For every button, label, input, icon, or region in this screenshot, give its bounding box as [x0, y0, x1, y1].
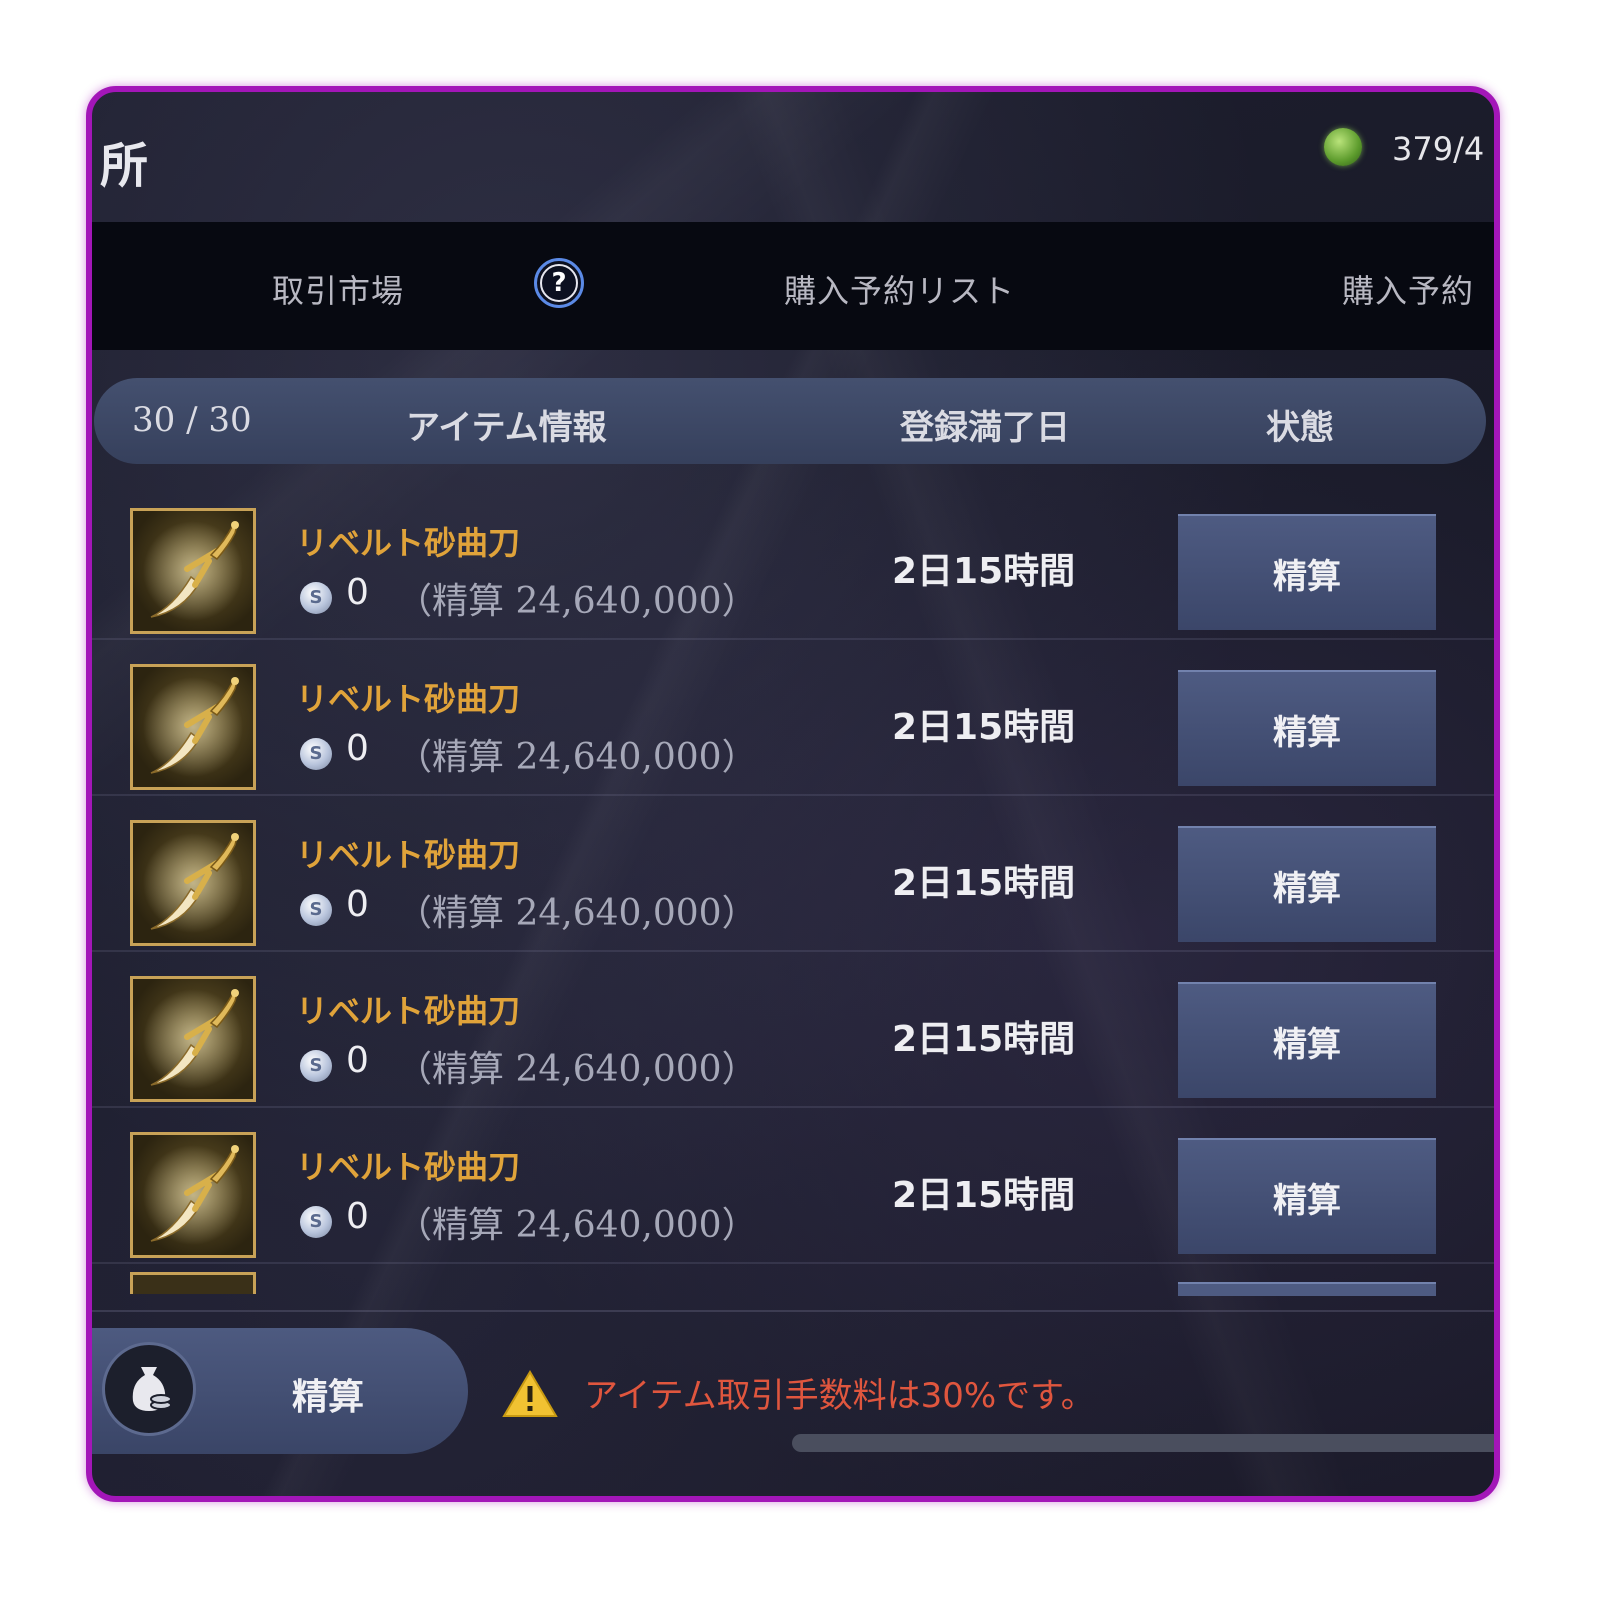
expiry-time: 2日15時間: [892, 1019, 1076, 1060]
settle-amount: （精算 24,640,000）: [396, 1049, 758, 1090]
list-divider: [92, 1310, 1494, 1312]
expiry-time: 2日15時間: [892, 1175, 1076, 1216]
help-icon[interactable]: ?: [534, 258, 584, 308]
item-name: リベルト砂曲刀: [296, 1148, 521, 1186]
question-mark-icon: ?: [540, 264, 578, 302]
table-row: リベルト砂曲刀 S 0 （精算 24,640,000） 2日15時間 精算: [92, 484, 1494, 640]
column-item-info: アイテム情報: [406, 408, 607, 448]
horizontal-scrollbar[interactable]: [792, 1434, 1494, 1452]
settle-amount: （精算 24,640,000）: [396, 1205, 758, 1246]
item-price: 0: [346, 572, 369, 613]
silver-coin-icon: S: [300, 1206, 332, 1238]
table-row: リベルト砂曲刀 S 0 （精算 24,640,000） 2日15時間 精算: [92, 952, 1494, 1108]
item-price: 0: [346, 884, 369, 925]
tab-reservation-list[interactable]: 購入予約リスト: [784, 266, 1015, 312]
slot-count: 30 / 30: [132, 400, 252, 440]
scimitar-icon[interactable]: [130, 820, 256, 946]
settle-button[interactable]: 精算: [1178, 982, 1436, 1098]
item-price: 0: [346, 1196, 369, 1237]
silver-coin-icon: S: [300, 894, 332, 926]
silver-coin-icon: S: [300, 1050, 332, 1082]
warning-triangle-icon: [502, 1370, 558, 1422]
page-title: 所: [100, 138, 149, 194]
settle-amount: （精算 24,640,000）: [396, 737, 758, 778]
tab-market[interactable]: 取引市場: [272, 266, 404, 312]
silver-coin-icon: S: [300, 582, 332, 614]
green-gem-icon: [1324, 128, 1362, 166]
scimitar-icon[interactable]: [130, 508, 256, 634]
money-bag-icon: [102, 1342, 196, 1436]
settle-button[interactable]: 精算: [1178, 514, 1436, 630]
table-row: リベルト砂曲刀 S 0 （精算 24,640,000） 2日15時間 精算: [92, 640, 1494, 796]
settle-button[interactable]: 精算: [1178, 826, 1436, 942]
settle-all-button[interactable]: 精算: [92, 1328, 468, 1454]
column-status: 状態: [1266, 408, 1334, 448]
table-row: リベルト砂曲刀 S 0 （精算 24,640,000） 2日15時間 精算: [92, 1108, 1494, 1264]
settle-amount: （精算 24,640,000）: [396, 893, 758, 934]
resource-count: 379/4: [1392, 130, 1485, 168]
item-name: リベルト砂曲刀: [296, 680, 521, 718]
column-expiry: 登録満了日: [900, 408, 1070, 448]
item-name: リベルト砂曲刀: [296, 836, 521, 874]
settle-all-label: 精算: [292, 1377, 365, 1418]
item-name: リベルト砂曲刀: [296, 992, 521, 1030]
table-header: 30 / 30 アイテム情報 登録満了日 状態: [94, 378, 1486, 464]
expiry-time: 2日15時間: [892, 707, 1076, 748]
item-price: 0: [346, 728, 369, 769]
fee-warning-text: アイテム取引手数料は30%です。: [584, 1376, 1095, 1416]
silver-coin-icon: S: [300, 738, 332, 770]
settle-button[interactable]: 精算: [1178, 670, 1436, 786]
settle-amount: （精算 24,640,000）: [396, 581, 758, 622]
expiry-time: 2日15時間: [892, 551, 1076, 592]
item-price: 0: [346, 1040, 369, 1081]
tab-reservation[interactable]: 購入予約: [1342, 266, 1474, 312]
scimitar-icon[interactable]: [130, 976, 256, 1102]
table-row: リベルト砂曲刀 S 0 （精算 24,640,000） 2日15時間 精算: [92, 796, 1494, 952]
scimitar-icon[interactable]: [130, 664, 256, 790]
item-name: リベルト砂曲刀: [296, 524, 521, 562]
app-window: 所 379/4 取引市場 ? 購入予約リスト 購入予約 30 / 30 アイテム…: [86, 86, 1500, 1502]
settle-button-partial[interactable]: [1178, 1282, 1436, 1296]
item-thumbnail-partial: [130, 1272, 256, 1294]
settle-button[interactable]: 精算: [1178, 1138, 1436, 1254]
scimitar-icon[interactable]: [130, 1132, 256, 1258]
tab-bar: 取引市場 ? 購入予約リスト 購入予約: [92, 222, 1494, 350]
expiry-time: 2日15時間: [892, 863, 1076, 904]
